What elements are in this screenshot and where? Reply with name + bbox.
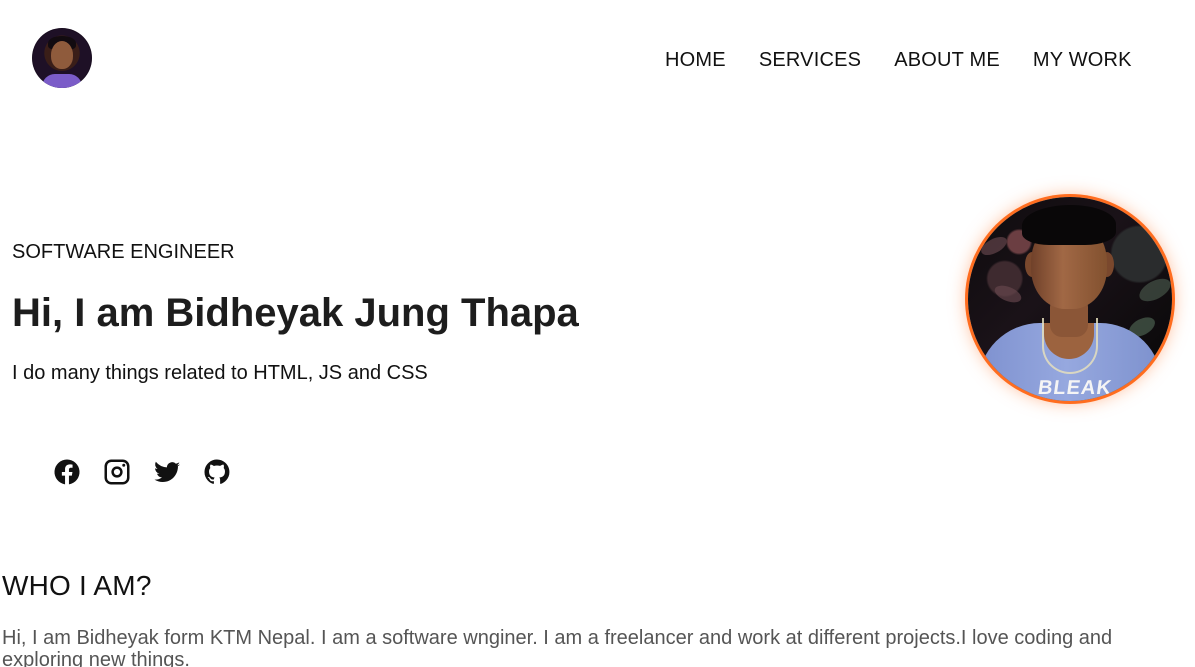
facebook-link[interactable] — [51, 456, 83, 488]
github-icon — [204, 459, 230, 484]
nav-about-me-link[interactable]: ABOUT ME — [894, 48, 1000, 72]
portfolio-page: HOME SERVICES ABOUT ME MY WORK SOFTWARE … — [0, 0, 1195, 667]
social-links — [51, 456, 233, 488]
hero-title: Hi, I am Bidheyak Jung Thapa — [12, 291, 579, 335]
avatar-shirt — [42, 74, 82, 88]
avatar-face — [51, 41, 73, 69]
site-header: HOME SERVICES ABOUT ME MY WORK — [0, 0, 1195, 120]
nav-my-work-link[interactable]: MY WORK — [1033, 48, 1132, 72]
avatar[interactable] — [32, 28, 92, 88]
main-navigation: HOME SERVICES ABOUT ME MY WORK — [665, 48, 1132, 72]
portrait-background-leaf — [992, 282, 1024, 306]
hero-section: SOFTWARE ENGINEER Hi, I am Bidheyak Jung… — [0, 120, 1195, 550]
portrait-shirt-text: BLEAK — [1036, 377, 1114, 399]
instagram-icon — [104, 459, 130, 485]
portrait-background-leaf — [978, 233, 1010, 259]
about-description: Hi, I am Bidheyak form KTM Nepal. I am a… — [2, 627, 1113, 667]
hero-role: SOFTWARE ENGINEER — [12, 241, 235, 263]
hero-subtitle: I do many things related to HTML, JS and… — [12, 362, 428, 384]
nav-services-link[interactable]: SERVICES — [759, 48, 861, 72]
nav-home-link[interactable]: HOME — [665, 48, 726, 72]
twitter-icon — [154, 461, 181, 482]
about-title: WHO I AM? — [2, 570, 152, 601]
portrait-background-leaf — [1135, 274, 1172, 306]
twitter-link[interactable] — [151, 456, 183, 488]
profile-portrait: BLEAK — [968, 197, 1172, 401]
about-section: WHO I AM? Hi, I am Bidheyak form KTM Nep… — [0, 550, 1195, 667]
portrait-chain — [1042, 318, 1098, 374]
portrait-hair — [1022, 205, 1116, 245]
facebook-icon — [54, 459, 80, 485]
github-link[interactable] — [201, 456, 233, 488]
instagram-link[interactable] — [101, 456, 133, 488]
